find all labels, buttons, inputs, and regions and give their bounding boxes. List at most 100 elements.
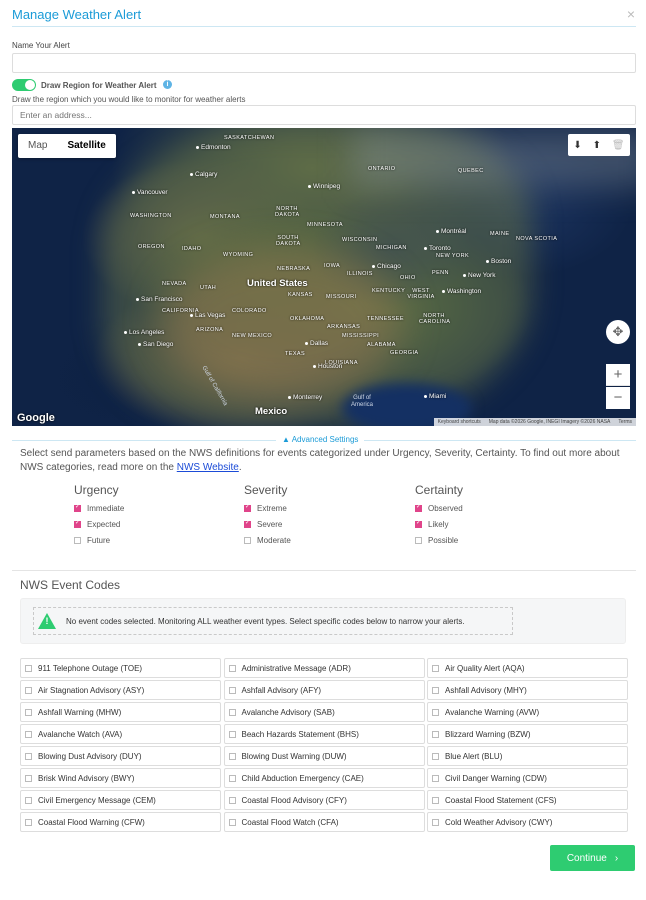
checkbox[interactable] bbox=[228, 664, 236, 672]
checkbox[interactable] bbox=[432, 664, 439, 672]
event-code-item[interactable]: Civil Danger Warning (CDW) bbox=[427, 768, 628, 788]
event-code-item[interactable]: Administrative Message (ADR) bbox=[223, 658, 425, 678]
event-code-item[interactable]: Blizzard Warning (BZW) bbox=[427, 724, 628, 744]
checkbox-row[interactable]: Severe bbox=[244, 516, 394, 532]
checkbox-row[interactable]: Likely bbox=[415, 516, 565, 532]
checkbox[interactable] bbox=[74, 519, 81, 528]
event-code-label: Ashfall Advisory (MHY) bbox=[445, 685, 527, 695]
map-label: Los Angeles bbox=[124, 329, 164, 336]
zoom-out-button[interactable]: − bbox=[606, 387, 630, 409]
event-code-item[interactable]: Blowing Dust Warning (DUW) bbox=[223, 746, 425, 766]
close-icon[interactable]: × bbox=[627, 6, 635, 22]
upload-icon[interactable]: ⬆ bbox=[593, 140, 601, 151]
info-icon[interactable]: i bbox=[163, 80, 172, 89]
event-code-item[interactable]: Blue Alert (BLU) bbox=[427, 746, 628, 766]
terms-link[interactable]: Terms bbox=[618, 418, 632, 426]
event-codes-list[interactable]: 911 Telephone Outage (TOE) Administrative… bbox=[20, 658, 628, 832]
checkbox[interactable] bbox=[244, 536, 251, 544]
event-code-item[interactable]: Coastal Flood Statement (CFS) bbox=[427, 790, 628, 810]
event-code-label: Brisk Wind Advisory (BWY) bbox=[38, 773, 135, 783]
checkbox[interactable] bbox=[228, 686, 236, 694]
draw-region-toggle[interactable] bbox=[12, 79, 36, 91]
checkbox-row[interactable]: Future bbox=[74, 532, 224, 548]
checkbox[interactable] bbox=[25, 686, 32, 694]
event-code-item[interactable]: Blowing Dust Advisory (DUY) bbox=[20, 746, 221, 766]
checkbox[interactable] bbox=[228, 752, 236, 760]
checkbox[interactable] bbox=[25, 664, 32, 672]
checkbox-label: Extreme bbox=[257, 503, 287, 513]
event-code-item[interactable]: Ashfall Advisory (MHY) bbox=[427, 680, 628, 700]
map-label: San Francisco bbox=[136, 296, 183, 303]
checkbox[interactable] bbox=[228, 730, 236, 738]
download-icon[interactable]: ⬇ bbox=[573, 140, 581, 151]
checkbox[interactable] bbox=[25, 708, 32, 716]
event-code-item[interactable]: Ashfall Warning (MHW) bbox=[20, 702, 221, 722]
zoom-in-button[interactable]: + bbox=[606, 364, 630, 386]
map-label: SOUTH DAKOTA bbox=[276, 235, 301, 247]
checkbox[interactable] bbox=[432, 686, 439, 694]
camera-control-icon[interactable]: ✥ bbox=[606, 320, 630, 344]
checkbox[interactable] bbox=[228, 774, 236, 782]
map-type-map-button[interactable]: Map bbox=[18, 134, 57, 158]
checkbox-row[interactable]: Expected bbox=[74, 516, 224, 532]
checkbox-label: Likely bbox=[428, 519, 449, 529]
checkbox[interactable] bbox=[432, 708, 439, 716]
continue-button[interactable]: Continue › bbox=[550, 845, 635, 871]
event-code-item[interactable]: 911 Telephone Outage (TOE) bbox=[20, 658, 221, 678]
checkbox[interactable] bbox=[415, 503, 422, 512]
checkbox[interactable] bbox=[432, 796, 439, 804]
checkbox[interactable] bbox=[74, 503, 81, 512]
event-code-item[interactable]: Brisk Wind Advisory (BWY) bbox=[20, 768, 221, 788]
event-code-item[interactable]: Avalanche Watch (AVA) bbox=[20, 724, 221, 744]
checkbox-row[interactable]: Immediate bbox=[74, 500, 224, 516]
checkbox[interactable] bbox=[25, 774, 32, 782]
checkbox[interactable] bbox=[228, 796, 236, 804]
trash-icon[interactable]: 🗑 bbox=[612, 140, 625, 151]
map-label: ONTARIO bbox=[368, 166, 396, 172]
checkbox-row[interactable]: Possible bbox=[415, 532, 565, 548]
checkbox[interactable] bbox=[432, 752, 439, 760]
event-code-item[interactable]: Air Quality Alert (AQA) bbox=[427, 658, 628, 678]
checkbox[interactable] bbox=[74, 536, 81, 544]
keyboard-shortcuts-link[interactable]: Keyboard shortcuts bbox=[438, 418, 481, 426]
checkbox[interactable] bbox=[25, 796, 32, 804]
event-code-item[interactable]: Cold Weather Advisory (CWY) bbox=[427, 812, 628, 832]
nws-website-link[interactable]: NWS Website bbox=[177, 462, 239, 473]
checkbox-row[interactable]: Observed bbox=[415, 500, 565, 516]
map-label: COLORADO bbox=[232, 308, 267, 314]
checkbox[interactable] bbox=[432, 730, 439, 738]
map-type-satellite-button[interactable]: Satellite bbox=[57, 134, 115, 158]
event-code-item[interactable]: Coastal Flood Watch (CFA) bbox=[223, 812, 425, 832]
event-code-item[interactable]: Avalanche Advisory (SAB) bbox=[223, 702, 425, 722]
event-code-item[interactable]: Air Stagnation Advisory (ASY) bbox=[20, 680, 221, 700]
event-code-item[interactable]: Coastal Flood Advisory (CFY) bbox=[223, 790, 425, 810]
checkbox[interactable] bbox=[244, 519, 251, 528]
notice-box: ! No event codes selected. Monitoring AL… bbox=[20, 598, 626, 644]
alert-name-input[interactable] bbox=[12, 53, 636, 73]
event-code-item[interactable]: Civil Emergency Message (CEM) bbox=[20, 790, 221, 810]
checkbox-row[interactable]: Moderate bbox=[244, 532, 394, 548]
checkbox-row[interactable]: Extreme bbox=[244, 500, 394, 516]
checkbox[interactable] bbox=[25, 818, 32, 826]
checkbox[interactable] bbox=[228, 818, 236, 826]
event-code-item[interactable]: Child Abduction Emergency (CAE) bbox=[223, 768, 425, 788]
checkbox[interactable] bbox=[25, 730, 32, 738]
map-label: MICHIGAN bbox=[376, 245, 407, 251]
event-code-item[interactable]: Beach Hazards Statement (BHS) bbox=[223, 724, 425, 744]
event-code-item[interactable]: Coastal Flood Warning (CFW) bbox=[20, 812, 221, 832]
advanced-settings-toggle[interactable]: ▲ Advanced Settings bbox=[276, 435, 365, 444]
checkbox[interactable] bbox=[415, 519, 422, 528]
address-search-input[interactable] bbox=[12, 105, 636, 125]
checkbox[interactable] bbox=[244, 503, 251, 512]
checkbox[interactable] bbox=[432, 818, 439, 826]
event-code-label: Blizzard Warning (BZW) bbox=[445, 729, 531, 739]
checkbox[interactable] bbox=[228, 708, 236, 716]
event-code-item[interactable]: Avalanche Warning (AVW) bbox=[427, 702, 628, 722]
map-label: Washington bbox=[442, 288, 481, 295]
checkbox[interactable] bbox=[432, 774, 439, 782]
event-code-item[interactable]: Ashfall Advisory (AFY) bbox=[223, 680, 425, 700]
event-code-label: Avalanche Watch (AVA) bbox=[38, 729, 123, 739]
checkbox[interactable] bbox=[415, 536, 422, 544]
satellite-map[interactable]: SASKATCHEWAN Edmonton Calgary Vancouver … bbox=[12, 128, 636, 426]
checkbox[interactable] bbox=[25, 752, 32, 760]
